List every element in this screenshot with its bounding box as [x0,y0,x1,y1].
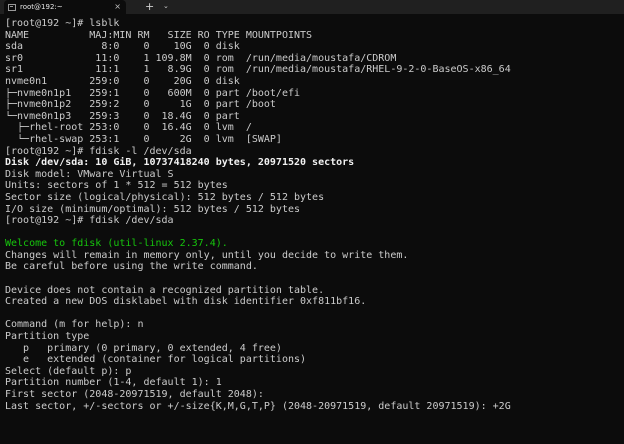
terminal-line: Created a new DOS disklabel with disk id… [5,296,367,308]
terminal-line: Select (default p): p [5,365,132,377]
terminal-line: Sector size (logical/physical): 512 byte… [5,191,325,203]
title-bar: root@192:~ × + ⌄ [0,0,624,14]
tab-title: root@192:~ [20,3,63,11]
terminal-line: nvme0n1 259:0 0 20G 0 disk [5,75,240,87]
tab-root-session[interactable]: root@192:~ × [4,0,126,14]
terminal-line: Changes will remain in memory only, unti… [5,249,409,261]
terminal-line: ├─nvme0n1p2 259:2 0 1G 0 part /boot [5,99,276,111]
terminal-line: sr0 11:0 1 109.8M 0 rom /run/media/moust… [5,52,397,64]
terminal-line: First sector (2048-20971519, default 204… [5,389,264,400]
terminal-icon [8,3,16,11]
terminal-line: Last sector, +/-sectors or +/-size{K,M,G… [5,400,511,412]
terminal-line: Units: sectors of 1 * 512 = 512 bytes [5,180,228,192]
terminal-line: Welcome to fdisk (util-linux 2.37.4). [5,238,228,250]
terminal-line: sda 8:0 0 10G 0 disk [5,41,240,53]
terminal-line: e extended (container for logical partit… [5,354,307,366]
terminal-line: ├─rhel-root 253:0 0 16.4G 0 lvm / [5,122,252,134]
terminal-line: I/O size (minimum/optimal): 512 bytes / … [5,203,301,215]
terminal-line: Device does not contain a recognized par… [5,284,325,296]
terminal-line: NAME MAJ:MIN RM SIZE RO TYPE MOUNTPOINTS [5,29,313,41]
terminal-window: root@192:~ × + ⌄ [root@192 ~]# lsblk NAME… [0,0,624,444]
terminal-line: Be careful before using the write comman… [5,261,258,273]
terminal-line: Partition type [5,331,90,343]
terminal-output[interactable]: [root@192 ~]# lsblk NAME MAJ:MIN RM SIZE … [5,18,621,442]
close-tab-icon[interactable]: × [114,1,121,13]
terminal-line: └─nvme0n1p3 259:3 0 18.4G 0 part [5,110,240,122]
new-tab-icon[interactable]: + [145,0,154,13]
terminal-line: [root@192 ~]# fdisk -l /dev/sda [5,145,192,157]
chevron-down-icon[interactable]: ⌄ [163,0,169,13]
terminal-line: Disk /dev/sda: 10 GiB, 10737418240 bytes… [5,157,355,169]
terminal-line: p primary (0 primary, 0 extended, 4 free… [5,342,282,354]
terminal-line: sr1 11:1 1 8.9G 0 rom /run/media/moustaf… [5,64,511,76]
terminal-line: Disk model: VMware Virtual S [5,168,174,180]
terminal-line: └─rhel-swap 253:1 0 2G 0 lvm [SWAP] [5,133,282,145]
terminal-line: [root@192 ~]# lsblk [5,18,120,29]
terminal-line: [root@192 ~]# fdisk /dev/sda [5,215,174,227]
terminal-line: Command (m for help): n [5,319,144,331]
terminal-line: ├─nvme0n1p1 259:1 0 600M 0 part /boot/ef… [5,87,301,99]
terminal-line: Partition number (1-4, default 1): 1 [5,377,222,389]
